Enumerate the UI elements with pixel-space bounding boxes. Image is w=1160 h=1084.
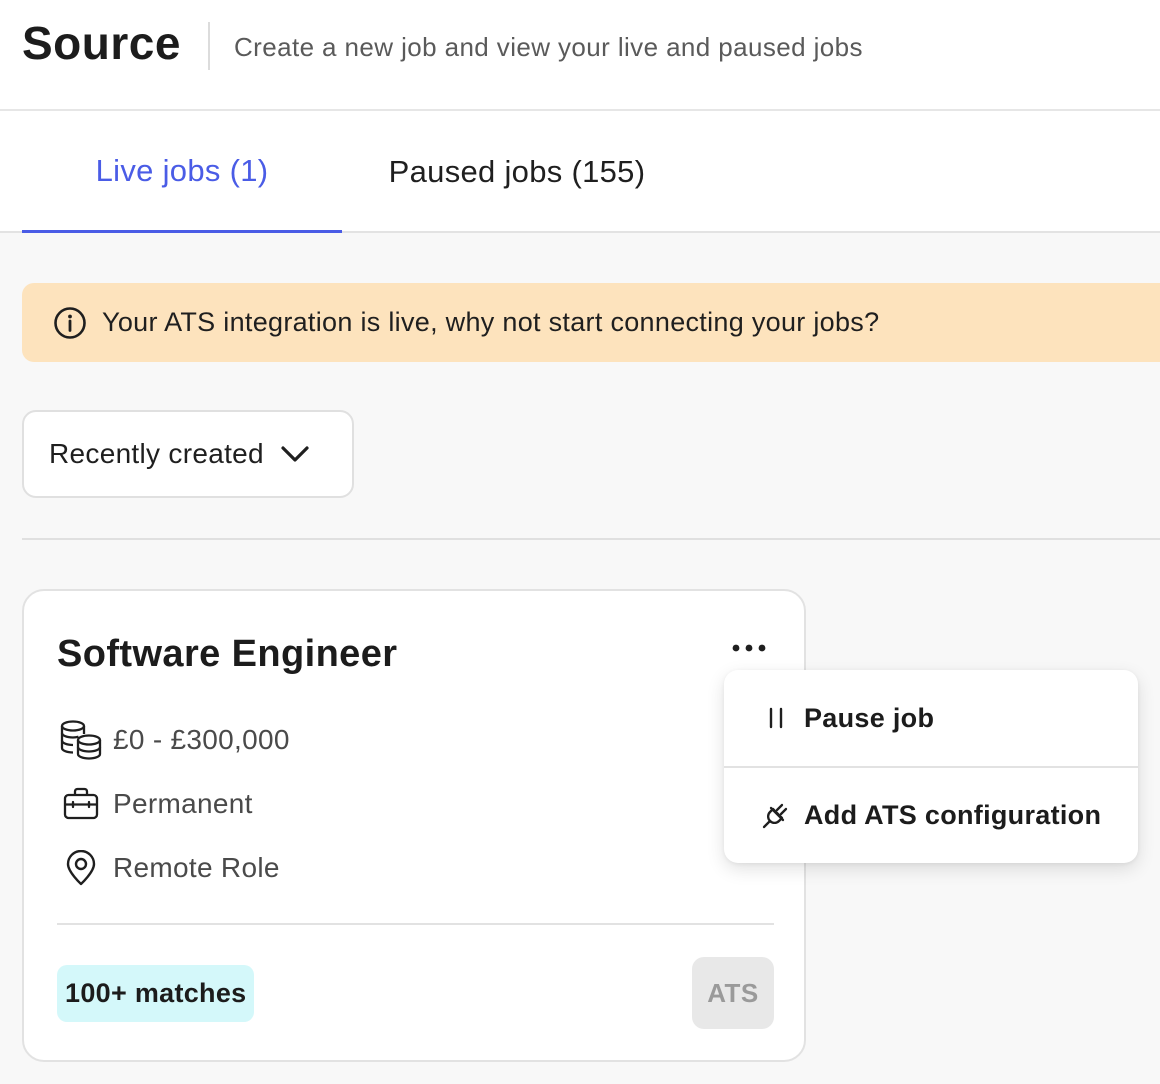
coins-icon: [57, 718, 105, 762]
briefcase-icon: [57, 782, 105, 826]
pause-icon: [760, 702, 792, 734]
card-divider: [57, 923, 774, 925]
job-tabs: Live jobs (1) Paused jobs (155): [0, 111, 1160, 233]
add-ats-configuration-label: Add ATS configuration: [804, 799, 1102, 830]
banner-text: Your ATS integration is live, why not st…: [102, 307, 880, 337]
salary-text: £0 - £300,000: [113, 724, 290, 755]
page-subtitle: Create a new job and view your live and …: [234, 32, 863, 62]
tab-paused-jobs[interactable]: Paused jobs (155): [342, 111, 692, 233]
location-row: Remote Role: [57, 846, 280, 890]
more-horizontal-icon: [732, 644, 766, 652]
chevron-down-icon: [281, 446, 309, 462]
ats-integration-banner: Your ATS integration is live, why not st…: [22, 283, 1160, 362]
location-text: Remote Role: [113, 852, 280, 883]
employment-type-text: Permanent: [113, 788, 253, 819]
sort-dropdown[interactable]: Recently created: [22, 410, 354, 498]
job-menu-button[interactable]: [726, 633, 772, 663]
page-header: Source Create a new job and view your li…: [0, 0, 1160, 111]
employment-type-row: Permanent: [57, 782, 253, 826]
section-divider: [22, 538, 1160, 540]
job-card[interactable]: Software Engineer £0 - £300,000 Permanen…: [22, 589, 806, 1062]
page-title: Source: [22, 17, 181, 69]
salary-row: £0 - £300,000: [57, 718, 290, 762]
job-actions-menu: Pause job Add ATS configuration: [724, 670, 1138, 863]
add-ats-configuration-menu-item[interactable]: Add ATS configuration: [724, 767, 1138, 863]
sort-selected-value: Recently created: [49, 438, 264, 469]
info-icon: [54, 306, 86, 339]
ats-badge: ATS: [692, 957, 774, 1029]
matches-badge[interactable]: 100+ matches: [57, 965, 255, 1022]
tab-live-jobs[interactable]: Live jobs (1): [22, 111, 342, 233]
pause-job-menu-item[interactable]: Pause job: [724, 670, 1138, 766]
header-divider: [208, 22, 210, 70]
job-title: Software Engineer: [57, 633, 398, 675]
pause-job-label: Pause job: [804, 702, 935, 733]
plug-icon: [760, 799, 792, 831]
location-pin-icon: [57, 846, 105, 890]
